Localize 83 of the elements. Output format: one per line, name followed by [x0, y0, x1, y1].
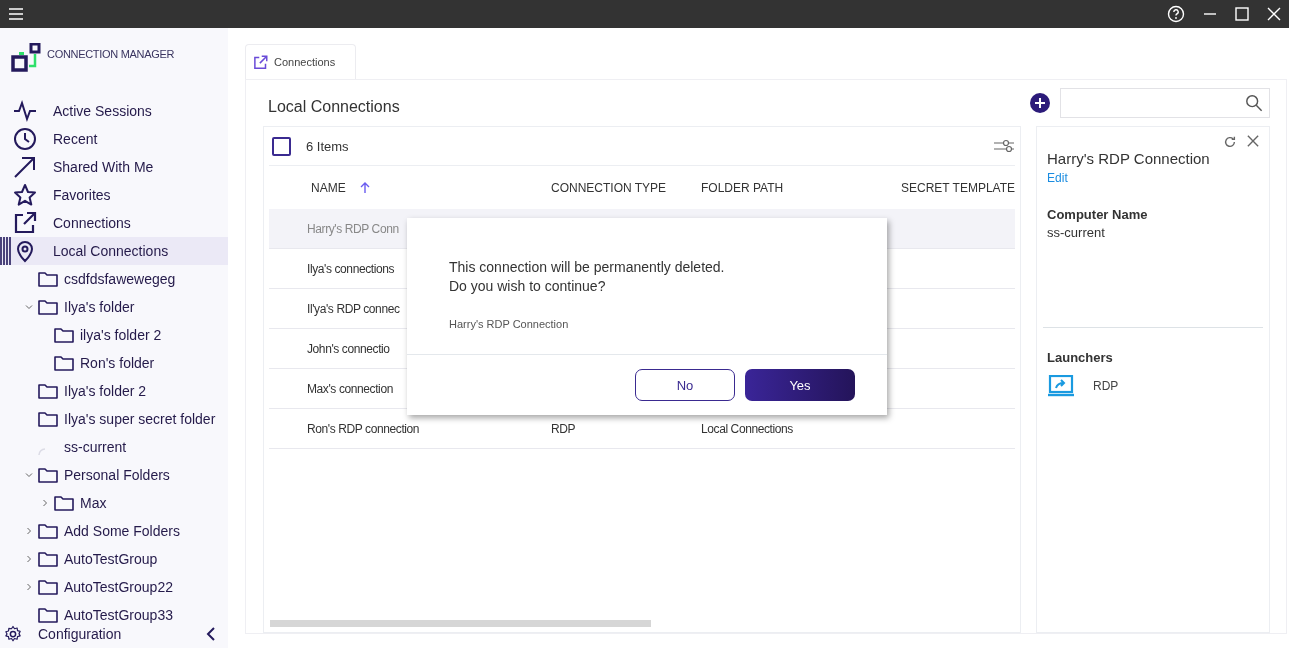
table-cell: RDP: [551, 421, 576, 436]
launcher-label[interactable]: RDP: [1093, 379, 1119, 393]
tree-item[interactable]: Ilya's folder: [64, 299, 135, 315]
tab[interactable]: Connections: [245, 44, 357, 79]
nav-item[interactable]: Shared With Me: [0, 153, 228, 181]
table-cell: Il'ya's RDP connec: [307, 301, 400, 316]
folder-icon: [38, 383, 58, 399]
folder-icon: [38, 467, 58, 483]
nav-item[interactable]: Favorites: [0, 181, 228, 209]
close-icon[interactable]: [1247, 135, 1260, 147]
menu-icon[interactable]: [8, 6, 24, 22]
section-heading: Launchers: [1047, 350, 1114, 365]
maximize-icon[interactable]: [1235, 7, 1249, 21]
sort-up-icon[interactable]: [359, 181, 370, 194]
column-header[interactable]: SECRET TEMPLATE: [901, 180, 1016, 195]
item-count: 6 Items: [306, 138, 349, 154]
add-icon[interactable]: [1030, 93, 1051, 113]
external-link-icon: [13, 211, 37, 235]
clock-icon: [13, 127, 37, 151]
tree-item[interactable]: ss-current: [64, 439, 127, 455]
star-icon: [13, 183, 37, 207]
arrow-icon: [13, 155, 37, 179]
folder-icon: [38, 411, 58, 427]
table-cell: Ron's RDP connection: [307, 421, 420, 436]
tree-item[interactable]: ilya's folder 2: [80, 327, 162, 343]
folder-icon: [38, 551, 58, 567]
scrollbar-thumb[interactable]: [270, 620, 651, 627]
pulse-icon: [13, 99, 37, 123]
folder-icon: [54, 327, 74, 343]
tree-item[interactable]: Personal Folders: [64, 467, 170, 483]
external-link-icon: [253, 54, 268, 70]
tree-item[interactable]: csdfdsfawewegeg: [64, 271, 176, 287]
tree-item[interactable]: Ron's folder: [80, 355, 155, 371]
column-header[interactable]: FOLDER PATH: [701, 180, 784, 195]
table-cell: Max's connection: [307, 381, 393, 396]
search-field[interactable]: [1060, 88, 1271, 118]
active-bar-icon: [0, 237, 12, 265]
table-cell: Local Connections: [701, 421, 793, 436]
tree-item[interactable]: AutoTestGroup22: [64, 579, 173, 595]
folder-icon: [38, 271, 58, 287]
folder-icon: [38, 523, 58, 539]
nav-item[interactable]: Connections: [0, 209, 228, 237]
column-header[interactable]: NAME: [311, 180, 346, 195]
dialog-message: This connection will be permanently deleted.: [449, 258, 726, 277]
table-cell: Harry's RDP Conn: [307, 221, 399, 236]
collapse-icon[interactable]: [206, 627, 216, 641]
folder-icon: [38, 607, 58, 623]
filter-icon[interactable]: [993, 139, 1016, 153]
tree-item[interactable]: Ilya's folder 2: [64, 383, 147, 399]
page-title: Local Connections: [268, 98, 400, 116]
dialog-subject: Harry's RDP Connection: [449, 318, 570, 330]
folder-icon: [38, 299, 58, 315]
folder-icon: [54, 495, 74, 511]
cancel-button[interactable]: No: [635, 369, 735, 401]
select-all-checkbox[interactable]: [272, 136, 291, 156]
tree-item[interactable]: Max: [80, 495, 107, 511]
dialog-message: Do you wish to continue?: [449, 277, 607, 296]
settings-icon[interactable]: [4, 625, 22, 643]
configuration-link[interactable]: Configuration: [38, 626, 190, 642]
table-cell: Ilya's connections: [307, 261, 395, 276]
tree-item[interactable]: Add Some Folders: [64, 523, 180, 539]
laptop-icon[interactable]: [1047, 375, 1076, 397]
logo-icon: [11, 43, 43, 75]
folder-icon: [38, 579, 58, 595]
confirm-button[interactable]: Yes: [745, 369, 855, 401]
field-label: Computer Name: [1047, 207, 1149, 222]
nav-item[interactable]: Recent: [0, 125, 228, 153]
edit-link[interactable]: Edit: [1047, 171, 1260, 185]
spinner-icon: [38, 448, 45, 455]
folder-icon: [54, 355, 74, 371]
tree-item[interactable]: Ilya's super secret folder: [64, 411, 216, 427]
column-header[interactable]: CONNECTION TYPE: [551, 180, 667, 195]
details-title: Harry's RDP Connection: [1047, 150, 1211, 167]
help-icon[interactable]: [1167, 5, 1185, 23]
tree-item[interactable]: AutoTestGroup: [64, 551, 158, 567]
tree-item[interactable]: AutoTestGroup33: [64, 607, 173, 623]
app-name: CONNECTION MANAGER: [47, 48, 175, 60]
nav-item[interactable]: Active Sessions: [0, 97, 228, 125]
field-value: ss-current: [1047, 225, 1106, 240]
table-cell: John's connectio: [307, 341, 390, 356]
refresh-icon[interactable]: [1223, 135, 1238, 149]
nav-item[interactable]: Local Connections: [0, 237, 228, 265]
search-icon[interactable]: [1245, 94, 1264, 112]
